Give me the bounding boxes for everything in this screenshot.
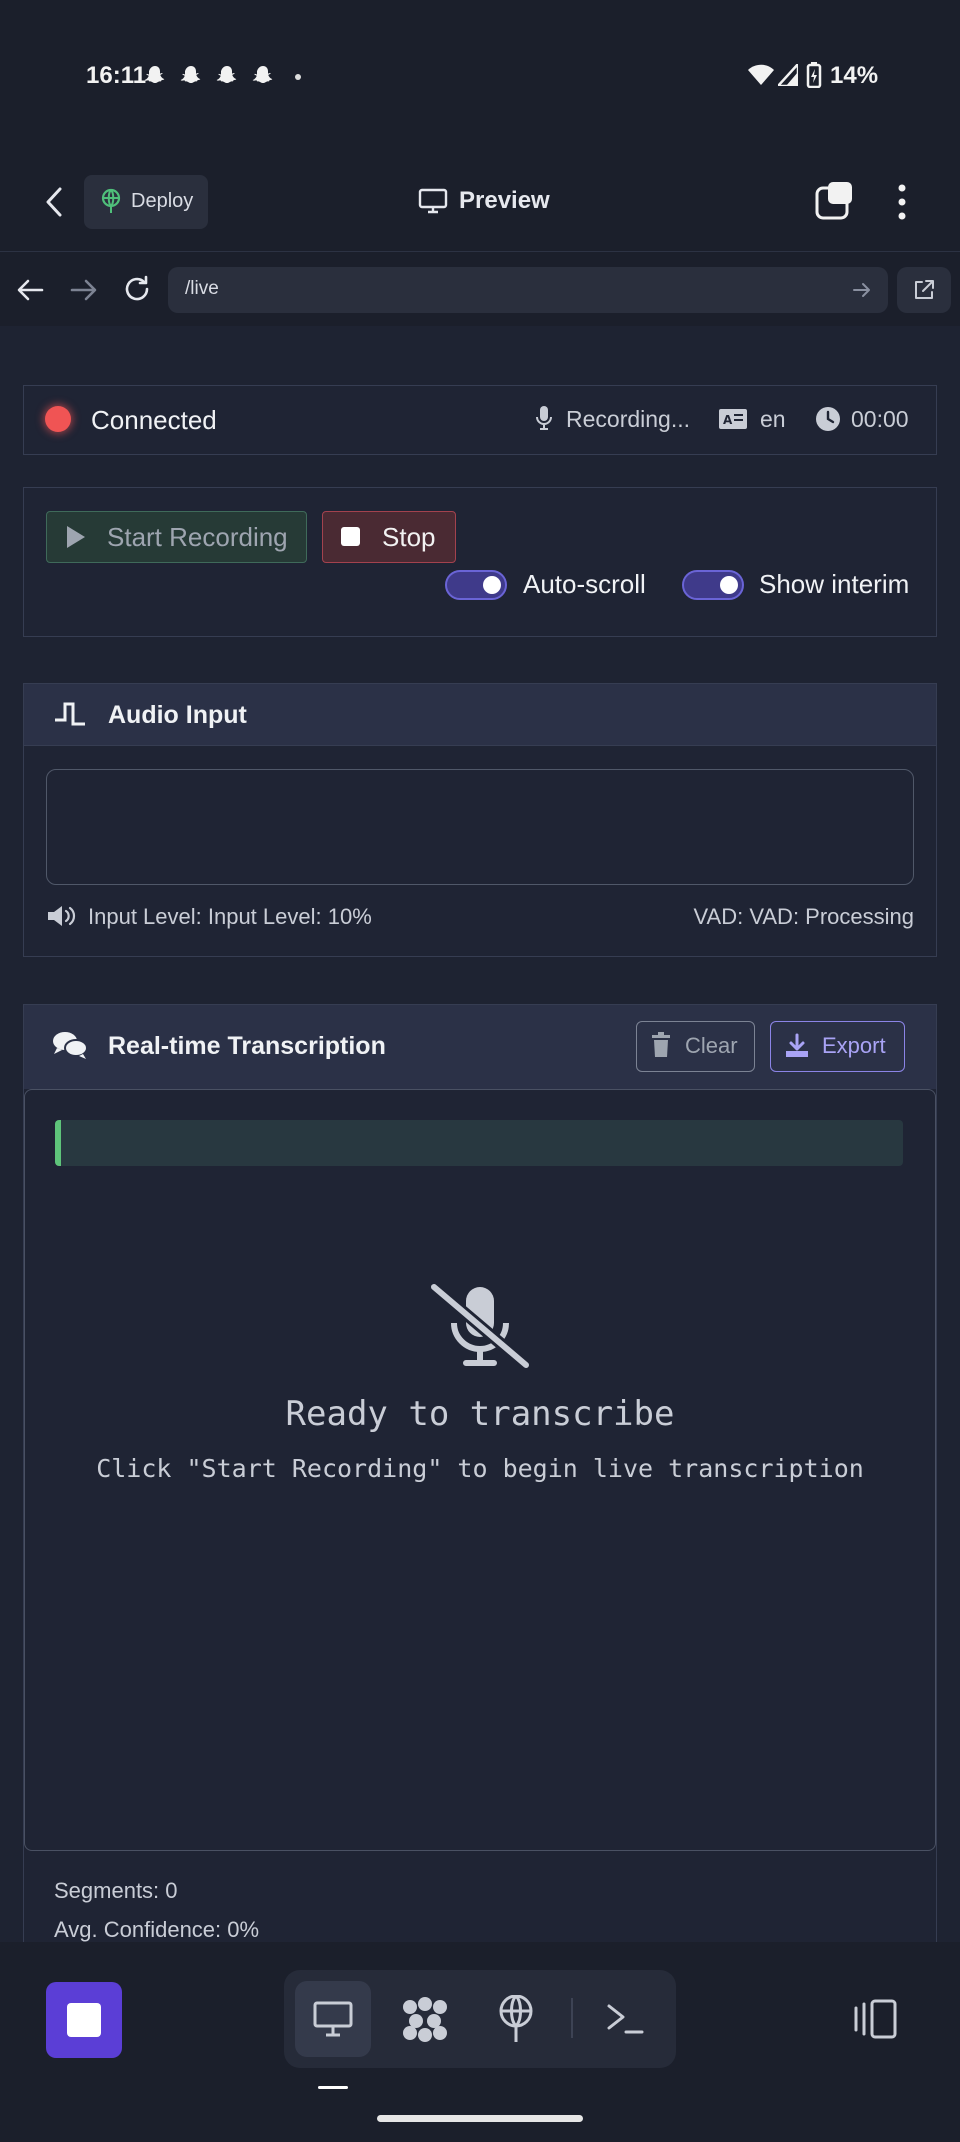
microphone-icon [536, 406, 552, 430]
svg-text:A: A [723, 413, 733, 427]
snapchat-icon [252, 66, 273, 83]
start-recording-label: Start Recording [107, 522, 288, 552]
transcription-title: Real-time Transcription [108, 1032, 386, 1060]
clear-label: Clear [685, 1033, 738, 1058]
stop-icon [67, 2003, 101, 2037]
timer: 00:00 [851, 406, 909, 432]
deploy-label: Deploy [131, 190, 194, 212]
snapchat-icon [216, 66, 237, 83]
show-interim-toggle[interactable] [682, 570, 744, 600]
export-label: Export [822, 1033, 886, 1058]
download-icon [786, 1033, 808, 1057]
stop-icon [341, 527, 360, 546]
chat-bubbles-icon [53, 1032, 88, 1059]
recording-status: Recording... [566, 406, 691, 432]
modules-icon[interactable] [400, 1995, 450, 2043]
external-link-icon [915, 280, 934, 299]
deploy-icon [101, 188, 121, 213]
input-level-text: Input Level: Input Level: 10% [88, 904, 372, 929]
battery-charging-icon [806, 62, 822, 88]
deploy-icon[interactable] [497, 1995, 535, 2043]
panel-toggle-icon[interactable] [851, 1998, 899, 2040]
language-code: en [760, 406, 786, 432]
auto-scroll-label: Auto-scroll [523, 569, 646, 599]
signal-icon [778, 64, 798, 86]
snapchat-icon [180, 66, 201, 83]
more-options-icon[interactable] [893, 183, 911, 221]
battery-percent: 14% [830, 62, 879, 89]
home-indicator[interactable] [377, 2115, 583, 2122]
vad-status: VAD: VAD: Processing [693, 904, 914, 929]
url-input[interactable] [168, 267, 888, 313]
empty-state-title: Ready to transcribe [285, 1394, 675, 1434]
back-icon[interactable] [42, 186, 66, 218]
clock-icon [816, 407, 840, 431]
tabs-icon[interactable] [814, 180, 856, 220]
avg-confidence: Avg. Confidence: 0% [54, 1917, 260, 1942]
preview-title: Preview [459, 187, 550, 214]
language-icon: A [719, 409, 747, 429]
auto-scroll-toggle[interactable] [445, 570, 507, 600]
wifi-icon [748, 64, 774, 85]
play-icon [67, 526, 85, 548]
audio-input-title: Audio Input [108, 701, 247, 729]
nav-divider [571, 1998, 573, 2038]
url-text: /live [185, 278, 219, 299]
go-arrow-icon[interactable] [852, 281, 872, 299]
waveform-icon [55, 702, 85, 726]
microphone-off-icon [430, 1283, 530, 1369]
segments-count: Segments: 0 [54, 1878, 178, 1903]
active-tab-indicator [318, 2086, 348, 2089]
reload-icon[interactable] [122, 274, 152, 304]
stop-label: Stop [382, 522, 436, 552]
trash-icon [652, 1032, 670, 1057]
notification-dot [295, 74, 301, 80]
terminal-icon[interactable] [606, 2003, 644, 2035]
status-time: 16:11 [86, 62, 147, 89]
nav-forward-icon[interactable] [70, 278, 98, 302]
snapchat-icon [144, 66, 165, 83]
status-indicator [45, 406, 71, 432]
monitor-icon [418, 188, 448, 214]
volume-icon [48, 906, 76, 926]
audio-level-visualizer [46, 769, 914, 885]
show-interim-label: Show interim [759, 569, 910, 599]
nav-back-icon[interactable] [16, 278, 44, 302]
empty-state-subtitle: Click "Start Recording" to begin live tr… [96, 1454, 864, 1483]
interim-transcript [55, 1120, 903, 1166]
connection-status: Connected [91, 405, 217, 435]
monitor-icon [313, 2001, 353, 2037]
